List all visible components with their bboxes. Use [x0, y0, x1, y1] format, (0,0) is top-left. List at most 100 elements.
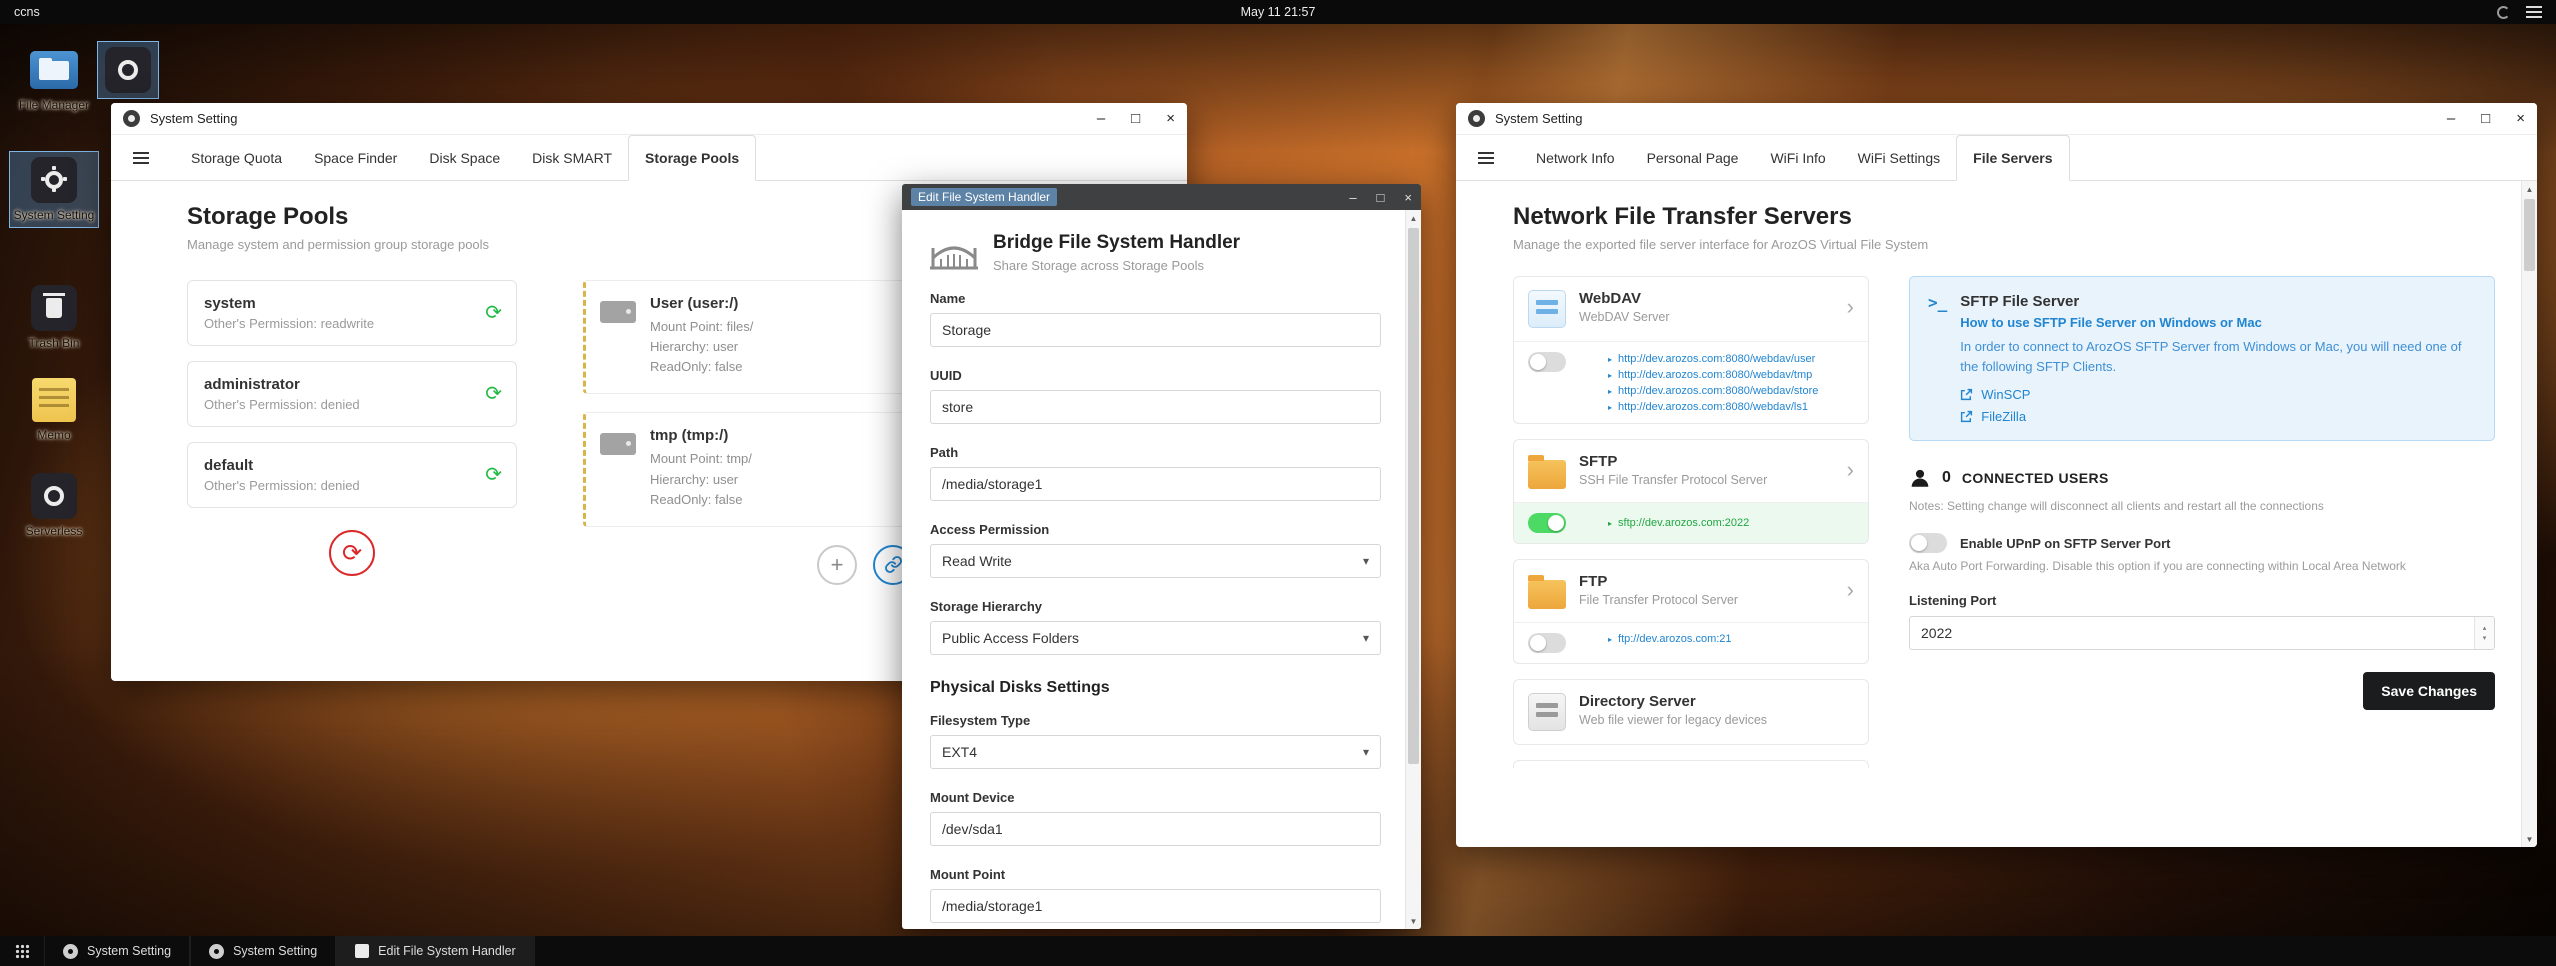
pool-card-default[interactable]: default Other's Permission: denied ⟳ — [187, 442, 517, 508]
server-desc: File Transfer Protocol Server — [1579, 593, 1739, 607]
pool-permission: Other's Permission: readwrite — [204, 316, 375, 331]
spin-up-icon[interactable]: ▴ — [2483, 624, 2487, 632]
number-spinner[interactable]: ▴ ▾ — [2474, 616, 2494, 649]
tab-storage-pools[interactable]: Storage Pools — [628, 135, 757, 181]
save-changes-button[interactable]: Save Changes — [2363, 671, 2495, 710]
pool-card-administrator[interactable]: administrator Other's Permission: denied… — [187, 361, 517, 427]
name-input[interactable] — [930, 313, 1381, 347]
tab-disk-space[interactable]: Disk Space — [413, 135, 516, 180]
scroll-down-icon[interactable]: ▼ — [2522, 831, 2537, 847]
add-mount-button[interactable]: + — [817, 544, 857, 585]
titlebar[interactable]: System Setting – □ × — [111, 103, 1187, 135]
chevron-right-icon: › — [1846, 294, 1854, 319]
scrollbar[interactable]: ▲ ▼ — [1405, 210, 1421, 929]
desktop-icon-file-manager[interactable]: File Manager — [10, 42, 98, 117]
tab-wifi-info[interactable]: WiFi Info — [1754, 135, 1841, 180]
maximize-button[interactable]: □ — [1131, 111, 1140, 126]
hamburger-menu-icon[interactable] — [1474, 135, 1498, 180]
sync-icon[interactable]: ⟳ — [485, 303, 502, 323]
loading-spinner-icon[interactable] — [2497, 5, 2510, 19]
app-launcher-button[interactable] — [0, 936, 44, 966]
upnp-toggle[interactable] — [1909, 533, 1947, 553]
close-button[interactable]: × — [2516, 111, 2525, 126]
storage-hierarchy-select[interactable]: Public Access Folders ▾ — [930, 621, 1381, 655]
spin-down-icon[interactable]: ▾ — [2483, 634, 2487, 642]
app-icon — [105, 47, 151, 93]
menu-icon[interactable] — [2526, 6, 2542, 18]
maximize-button[interactable]: □ — [2481, 111, 2490, 126]
desktop-icon-memo[interactable]: Memo — [10, 372, 98, 447]
filesystem-type-label: Filesystem Type — [930, 713, 1031, 728]
path-input[interactable] — [930, 467, 1381, 501]
ftp-toggle[interactable] — [1528, 633, 1566, 653]
webdav-link[interactable]: ▸ http://dev.arozos.com:8080/webdav/ls1 — [1608, 401, 1818, 413]
desktop-icon-trash-bin[interactable]: Trash Bin — [10, 280, 98, 355]
tab-storage-quota[interactable]: Storage Quota — [175, 135, 298, 180]
filesystem-type-select[interactable]: EXT4 ▾ — [930, 735, 1381, 769]
task-item-system-setting-1[interactable]: System Setting — [44, 936, 191, 966]
task-item-system-setting-2[interactable]: System Setting — [190, 936, 337, 966]
tab-wifi-settings[interactable]: WiFi Settings — [1842, 135, 1956, 180]
task-item-edit-fsh[interactable]: Edit File System Handler — [336, 936, 535, 966]
ftp-link[interactable]: ▸ ftp://dev.arozos.com:21 — [1608, 633, 1732, 645]
tab-disk-smart[interactable]: Disk SMART — [516, 135, 628, 180]
pool-card-system[interactable]: system Other's Permission: readwrite ⟳ — [187, 280, 517, 346]
tab-space-finder[interactable]: Space Finder — [298, 135, 413, 180]
titlebar[interactable]: System Setting – □ × — [1456, 103, 2537, 135]
minimize-button[interactable]: – — [1349, 191, 1356, 204]
sftp-toggle[interactable] — [1528, 513, 1566, 533]
refresh-pools-button[interactable]: ⟳ — [329, 530, 375, 576]
sftp-link[interactable]: ▸ sftp://dev.arozos.com:2022 — [1608, 517, 1749, 529]
storage-hierarchy-label: Storage Hierarchy — [930, 599, 1042, 614]
desktop-icon-serverless[interactable]: Serverless — [10, 468, 98, 543]
panel-title: SFTP File Server — [1960, 293, 2080, 310]
filezilla-link[interactable]: FileZilla — [1960, 409, 2476, 424]
notes-text: Notes: Setting change will disconnect al… — [1909, 499, 2324, 513]
sync-icon[interactable]: ⟳ — [485, 465, 502, 485]
access-permission-select[interactable]: Read Write ▾ — [930, 544, 1381, 578]
minimize-button[interactable]: – — [1097, 111, 1105, 126]
server-card-directory: Directory Server Web file viewer for leg… — [1513, 679, 1869, 745]
upnp-description: Aka Auto Port Forwarding. Disable this o… — [1909, 559, 2406, 573]
close-button[interactable]: × — [1404, 191, 1412, 204]
mount-device-input[interactable] — [930, 812, 1381, 846]
desktop-icon-system-setting[interactable]: System Setting — [9, 150, 99, 229]
minimize-button[interactable]: – — [2447, 111, 2455, 126]
terminal-icon: >_ — [1928, 293, 1948, 312]
desktop-icon-selected-app[interactable] — [97, 41, 159, 99]
scroll-up-icon[interactable]: ▲ — [2522, 181, 2537, 197]
tab-personal-page[interactable]: Personal Page — [1631, 135, 1755, 180]
server-card-header[interactable]: FTP File Transfer Protocol Server › — [1514, 560, 1868, 622]
mount-card-user[interactable]: User (user:/) Mount Point: files/ Hierar… — [583, 280, 913, 395]
webdav-link[interactable]: ▸ http://dev.arozos.com:8080/webdav/store — [1608, 385, 1818, 397]
close-button[interactable]: × — [1166, 111, 1175, 126]
hostname-menu[interactable]: ccns — [14, 5, 40, 19]
server-card-header[interactable]: Directory Server Web file viewer for leg… — [1514, 680, 1868, 744]
gear-icon — [31, 157, 77, 203]
tab-file-servers[interactable]: File Servers — [1956, 135, 2070, 181]
webdav-link[interactable]: ▸ http://dev.arozos.com:8080/webdav/user — [1608, 353, 1818, 365]
file-manager-icon — [30, 51, 78, 89]
bullet-icon: ▸ — [1608, 370, 1613, 380]
scrollbar[interactable]: ▲ ▼ — [2521, 181, 2537, 847]
hamburger-menu-icon[interactable] — [129, 135, 153, 180]
tab-network-info[interactable]: Network Info — [1520, 135, 1631, 180]
maximize-button[interactable]: □ — [1377, 191, 1385, 204]
dialog-titlebar[interactable]: Edit File System Handler – □ × — [902, 184, 1421, 210]
scroll-thumb[interactable] — [2524, 199, 2535, 271]
scroll-down-icon[interactable]: ▼ — [1406, 913, 1421, 929]
external-link-icon — [1961, 388, 1973, 401]
webdav-toggle[interactable] — [1528, 352, 1566, 372]
scroll-up-icon[interactable]: ▲ — [1406, 210, 1421, 226]
webdav-link[interactable]: ▸ http://dev.arozos.com:8080/webdav/tmp — [1608, 369, 1818, 381]
server-card-header[interactable]: SFTP SSH File Transfer Protocol Server › — [1514, 440, 1868, 502]
uuid-input[interactable] — [930, 390, 1381, 424]
pool-name: administrator — [204, 376, 300, 393]
listening-port-input[interactable] — [1909, 615, 2495, 650]
server-card-header[interactable]: WebDAV WebDAV Server › — [1514, 277, 1868, 341]
winscp-link[interactable]: WinSCP — [1960, 387, 2476, 402]
sync-icon[interactable]: ⟳ — [485, 384, 502, 404]
mount-card-tmp[interactable]: tmp (tmp:/) Mount Point: tmp/ Hierarchy:… — [583, 412, 913, 527]
scroll-thumb[interactable] — [1408, 228, 1419, 764]
mount-point-input[interactable] — [930, 889, 1381, 923]
